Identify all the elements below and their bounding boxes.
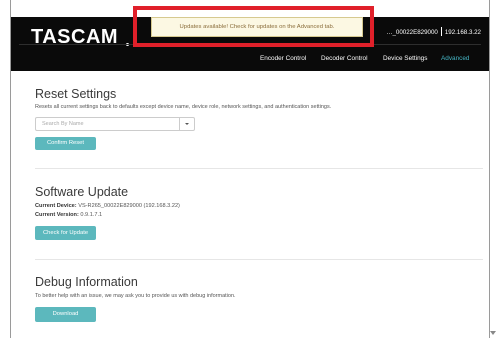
- check-for-update-button[interactable]: Check for Update: [35, 226, 96, 240]
- search-by-name-placeholder: Search By Name: [42, 121, 84, 127]
- nav-advanced[interactable]: Advanced: [441, 55, 469, 62]
- current-device-value: VS-R265_00022E829000 (192.168.3.22): [78, 203, 180, 209]
- section-divider-2: [35, 259, 483, 260]
- tascam-logo: TASCAM: [31, 26, 119, 48]
- updates-alert: Updates available! Check for updates on …: [151, 17, 363, 37]
- select-toggle[interactable]: [179, 118, 194, 130]
- confirm-reset-button[interactable]: Confirm Reset: [35, 137, 96, 150]
- current-device-row: Current Device: VS-R265_00022E829000 (19…: [35, 203, 487, 209]
- arrow-down-icon: [490, 331, 496, 335]
- debug-information-description: To better help with an issue, we may ask…: [35, 293, 236, 299]
- nav-device-settings[interactable]: Device Settings: [383, 55, 427, 62]
- current-version-value: 0.9.1.7.1: [80, 212, 103, 218]
- debug-information-title: Debug Information: [35, 275, 138, 289]
- software-update-section: Software Update Current Device: VS-R265_…: [35, 185, 487, 218]
- device-name: …_00022E829000: [386, 29, 438, 36]
- scrollbar-down-arrow[interactable]: [488, 329, 498, 338]
- download-button[interactable]: Download: [35, 307, 96, 322]
- current-version-label: Current Version:: [35, 212, 79, 218]
- nav-encoder-control[interactable]: Encoder Control: [260, 55, 306, 62]
- reset-settings-title: Reset Settings: [35, 87, 117, 101]
- search-by-name-select[interactable]: Search By Name: [35, 117, 195, 131]
- device-info: …_00022E829000 192.168.3.22: [386, 27, 481, 36]
- device-info-separator: [440, 27, 442, 36]
- current-device-label: Current Device:: [35, 203, 77, 209]
- current-version-row: Current Version: 0.9.1.7.1: [35, 212, 487, 218]
- reset-settings-description: Resets all current settings back to defa…: [35, 104, 332, 110]
- section-divider: [35, 168, 483, 169]
- nav-decoder-control[interactable]: Decoder Control: [321, 55, 368, 62]
- device-ip: 192.168.3.22: [444, 29, 481, 36]
- app-frame: TASCAM …_00022E829000 192.168.3.22 Encode…: [10, 0, 490, 338]
- debug-information-section: Debug Information To better help with an…: [35, 275, 487, 299]
- reset-settings-section: Reset Settings Resets all current settin…: [35, 87, 487, 110]
- software-update-title: Software Update: [35, 185, 129, 199]
- chevron-down-icon: [185, 123, 189, 125]
- main-nav: Encoder Control Decoder Control Device S…: [11, 55, 489, 67]
